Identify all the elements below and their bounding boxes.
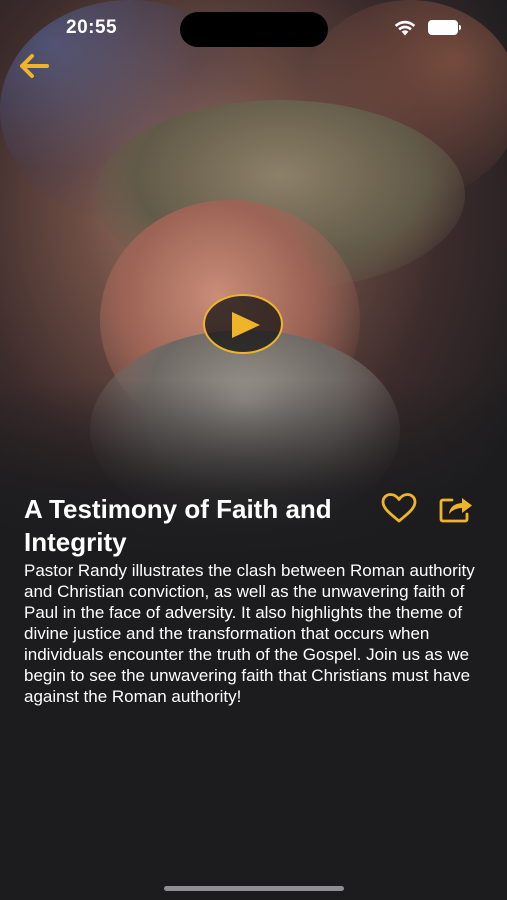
status-bar: 20:55 — [0, 0, 507, 56]
share-icon[interactable] — [438, 492, 474, 524]
video-detail-screen: 20:55 A Testimony of Faith and Integrity… — [0, 0, 507, 900]
play-icon — [232, 312, 260, 338]
heart-icon[interactable] — [380, 492, 418, 524]
dynamic-island — [180, 12, 328, 47]
battery-icon — [428, 20, 461, 35]
wifi-icon — [394, 20, 416, 36]
video-description: Pastor Randy illustrates the clash betwe… — [24, 561, 475, 706]
back-arrow-icon[interactable] — [18, 52, 50, 80]
play-button[interactable] — [203, 294, 283, 354]
home-indicator[interactable] — [164, 886, 344, 891]
video-title: A Testimony of Faith and Integrity — [24, 494, 332, 557]
video-thumbnail[interactable] — [0, 0, 507, 560]
status-time: 20:55 — [66, 17, 118, 38]
